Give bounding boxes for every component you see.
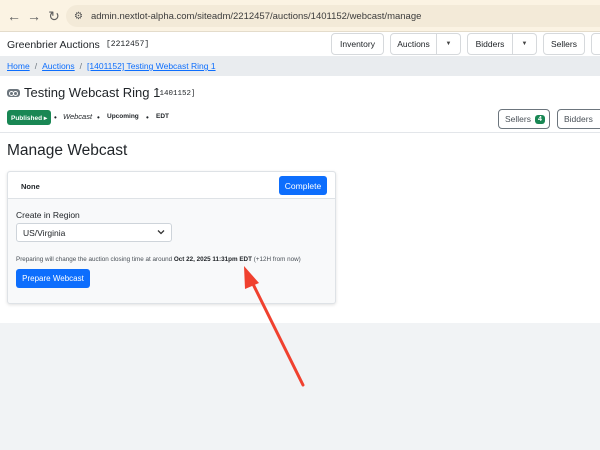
region-select[interactable]: US/Virginia	[16, 223, 172, 242]
sellers-count-button[interactable]: Sellers 4	[498, 109, 550, 129]
sellers-count-badge: 4	[534, 114, 545, 124]
address-bar[interactable]: ⚙ admin.nextlot-alpha.com/siteadm/221245…	[66, 5, 600, 27]
bullet-separator: •	[54, 113, 57, 122]
region-select-value: US/Virginia	[23, 227, 66, 238]
complete-button[interactable]: Complete	[279, 176, 327, 195]
bullet-separator: •	[146, 113, 149, 122]
bullet-separator: •	[97, 113, 100, 122]
note-prefix: Preparing will change the auction closin…	[16, 256, 173, 263]
sellers-label: Sellers	[505, 114, 531, 124]
breadcrumb-auction[interactable]: [1401152] Testing Webcast Ring 1	[87, 61, 216, 71]
bidders-dropdown-toggle[interactable]: ▼	[513, 33, 537, 55]
webcast-card-header: None Complete	[8, 172, 335, 199]
link-icon	[7, 89, 20, 97]
caret-down-icon: ▼	[445, 41, 452, 47]
note-time: Oct 22, 2025 11:31pm EDT	[173, 256, 252, 263]
auction-id: [1401152]	[155, 90, 196, 98]
sellers-button[interactable]: Sellers	[543, 33, 585, 55]
more-button[interactable]	[591, 33, 600, 55]
arrow-left-icon[interactable]: ←	[4, 6, 24, 26]
chevron-down-icon	[157, 228, 165, 237]
closing-time-note: Preparing will change the auction closin…	[16, 256, 301, 263]
breadcrumb-auctions[interactable]: Auctions	[42, 61, 75, 71]
auction-title: Testing Webcast Ring 1	[24, 85, 161, 100]
caret-down-icon: ▼	[521, 41, 528, 47]
app-header: Greenbrier Auctions [2212457] Inventory …	[0, 32, 600, 56]
note-suffix: (+12H from now)	[253, 256, 301, 263]
breadcrumb-separator: /	[79, 61, 83, 71]
auctions-button[interactable]: Auctions	[390, 33, 437, 55]
reload-icon[interactable]: ↻	[44, 6, 64, 26]
auctions-dropdown-toggle[interactable]: ▼	[437, 33, 461, 55]
auction-timezone: EDT	[156, 113, 169, 120]
breadcrumb: Home / Auctions / [1401152] Testing Webc…	[0, 56, 600, 76]
browser-toolbar: ← → ↻ ⚙ admin.nextlot-alpha.com/siteadm/…	[0, 0, 600, 32]
arrow-right-icon[interactable]: →	[24, 6, 44, 26]
webcast-status: None	[21, 182, 40, 191]
auction-type: Webcast	[63, 112, 93, 121]
breadcrumb-home[interactable]: Home	[7, 61, 30, 71]
region-label: Create in Region	[16, 210, 80, 220]
page-title: Manage Webcast	[7, 142, 128, 159]
inventory-button[interactable]: Inventory	[331, 33, 384, 55]
bidders-label: Bidders	[564, 114, 593, 124]
breadcrumb-separator: /	[34, 61, 38, 71]
prepare-webcast-button[interactable]: Prepare Webcast	[16, 269, 90, 288]
tune-icon[interactable]: ⚙	[74, 11, 83, 22]
status-badge[interactable]: Published ▸	[7, 110, 52, 125]
webcast-card: None Complete Create in Region US/Virgin…	[7, 171, 336, 304]
auction-timing: Upcoming	[107, 113, 139, 120]
bidders-count-button[interactable]: Bidders	[557, 109, 600, 129]
app-title[interactable]: Greenbrier Auctions	[7, 39, 100, 51]
url-text: admin.nextlot-alpha.com/siteadm/2212457/…	[90, 10, 422, 22]
site-id: [2212457]	[106, 40, 150, 49]
bidders-button[interactable]: Bidders	[467, 33, 513, 55]
